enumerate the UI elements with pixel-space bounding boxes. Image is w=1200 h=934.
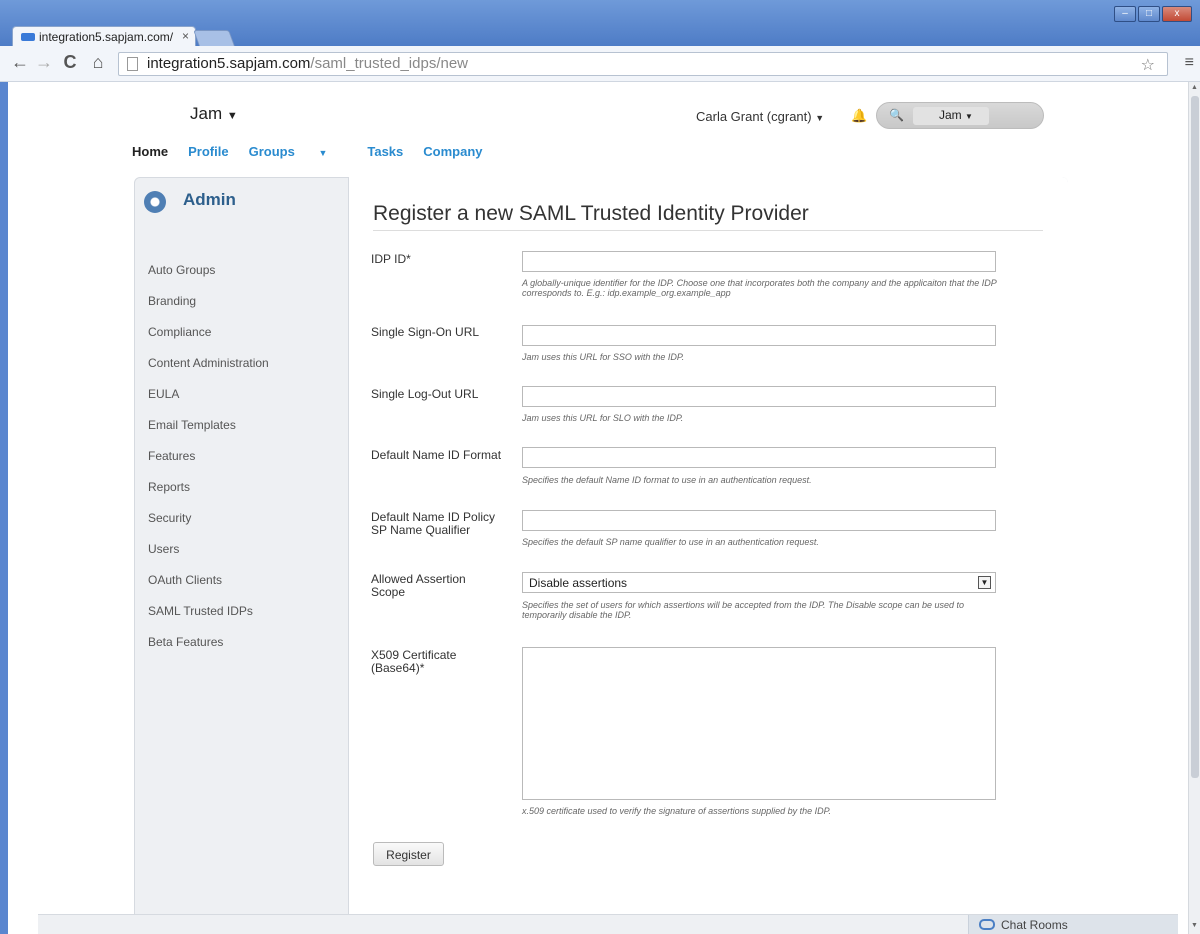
search-icon[interactable]: 🔍	[889, 108, 904, 122]
bookmark-star-icon[interactable]: ☆	[1141, 55, 1155, 75]
admin-sidebar: Auto Groups Branding Compliance Content …	[148, 263, 269, 666]
sidebar-item-auto-groups[interactable]: Auto Groups	[148, 263, 269, 294]
sp-name-qualifier-help: Specifies the default SP name qualifier …	[522, 537, 819, 547]
url-path: /saml_trusted_idps/new	[310, 55, 469, 72]
back-arrow-icon[interactable]: ←	[8, 52, 32, 73]
assertion-scope-select[interactable]: Disable assertions ▼	[522, 572, 996, 593]
nav-company[interactable]: Company	[423, 144, 482, 159]
sidebar-item-beta-features[interactable]: Beta Features	[148, 635, 269, 666]
sp-name-qualifier-label: Default Name ID Policy SP Name Qualifier	[371, 511, 495, 537]
nav-home[interactable]: Home	[132, 144, 168, 159]
new-tab-button[interactable]	[193, 30, 235, 46]
chat-rooms-button[interactable]: Chat Rooms	[968, 915, 1178, 934]
user-name: Carla Grant (cgrant)	[696, 109, 812, 124]
chat-bubble-icon	[979, 919, 995, 930]
chat-bar: Chat Rooms	[38, 914, 1178, 934]
x509-certificate-help: x.509 certificate used to verify the sig…	[522, 806, 832, 816]
url-host: integration5.sapjam.com	[147, 55, 311, 72]
slo-url-help: Jam uses this URL for SLO with the IDP.	[522, 413, 684, 423]
sidebar-item-saml-trusted-idps[interactable]: SAML Trusted IDPs	[148, 604, 269, 635]
main-content: Register a new SAML Trusted Identity Pro…	[348, 177, 1068, 934]
jam-logo-menu[interactable]: Jam ▼	[190, 104, 238, 124]
name-id-format-help: Specifies the default Name ID format to …	[522, 475, 812, 485]
nav-groups[interactable]: Groups ▼	[249, 144, 348, 159]
idp-id-input[interactable]	[522, 251, 996, 272]
page-scrollbar[interactable]: ▲ ▼	[1188, 82, 1200, 934]
sapjam-favicon-icon	[21, 33, 35, 41]
chevron-down-icon: ▼	[226, 110, 238, 122]
chevron-down-icon: ▼	[815, 113, 825, 123]
minimize-icon[interactable]: –	[1114, 6, 1136, 22]
sidebar-item-content-administration[interactable]: Content Administration	[148, 356, 269, 387]
search-scope-dropdown[interactable]: Jam ▼	[913, 107, 989, 125]
nav-profile[interactable]: Profile	[188, 144, 228, 159]
sso-url-input[interactable]	[522, 325, 996, 346]
main-navigation: Home Profile Groups ▼ Tasks Company	[132, 144, 503, 159]
chat-rooms-label: Chat Rooms	[1001, 918, 1068, 932]
assertion-scope-help: Specifies the set of users for which ass…	[522, 600, 965, 620]
idp-id-label: IDP ID*	[371, 252, 411, 266]
tab-title: integration5.sapjam.com/	[39, 30, 174, 44]
address-bar[interactable]: integration5.sapjam.com/saml_trusted_idp…	[118, 52, 1168, 76]
name-id-format-label: Default Name ID Format	[371, 448, 502, 462]
assertion-scope-label-line2: Scope	[371, 585, 406, 599]
sidebar-item-branding[interactable]: Branding	[148, 294, 269, 325]
sso-url-help: Jam uses this URL for SSO with the IDP.	[522, 352, 685, 362]
chevron-down-icon: ▼	[318, 148, 328, 158]
assertion-scope-label: Allowed Assertion Scope	[371, 573, 466, 599]
search-scope-label: Jam	[939, 108, 962, 122]
browser-tab[interactable]: integration5.sapjam.com/ ×	[12, 26, 196, 46]
sidebar-item-oauth-clients[interactable]: OAuth Clients	[148, 573, 269, 604]
admin-title: Admin	[183, 190, 236, 209]
name-id-format-input[interactable]	[522, 447, 996, 468]
dropdown-arrow-icon[interactable]: ▼	[978, 576, 991, 589]
sp-name-qualifier-input[interactable]	[522, 510, 996, 531]
page-title: Register a new SAML Trusted Identity Pro…	[373, 202, 809, 225]
assertion-scope-value: Disable assertions	[529, 576, 628, 590]
slo-url-input[interactable]	[522, 386, 996, 407]
x509-certificate-label: X509 Certificate (Base64)*	[371, 649, 456, 675]
notifications-bell-icon[interactable]: 🔔	[851, 108, 867, 124]
tab-close-icon[interactable]: ×	[182, 29, 189, 43]
window-controls: – □ x	[1114, 6, 1192, 22]
sso-url-label: Single Sign-On URL	[371, 325, 480, 339]
user-menu[interactable]: Carla Grant (cgrant) ▼	[696, 109, 824, 124]
scroll-up-arrow-icon[interactable]: ▲	[1191, 84, 1198, 91]
register-button[interactable]: Register	[373, 842, 444, 866]
chevron-down-icon: ▼	[965, 112, 973, 121]
reload-icon[interactable]: C	[58, 52, 82, 73]
sidebar-item-features[interactable]: Features	[148, 449, 269, 480]
jam-logo-text: Jam	[190, 104, 223, 123]
sp-name-qualifier-label-line2: SP Name Qualifier	[371, 523, 471, 537]
sidebar-item-users[interactable]: Users	[148, 542, 269, 573]
gear-icon	[144, 191, 166, 213]
home-icon[interactable]: ⌂	[86, 52, 110, 73]
maximize-icon[interactable]: □	[1138, 6, 1160, 22]
idp-id-help: A globally-unique identifier for the IDP…	[522, 278, 997, 298]
nav-tasks[interactable]: Tasks	[367, 144, 403, 159]
page-icon	[127, 57, 138, 71]
title-divider	[373, 230, 1043, 231]
scrollbar-thumb[interactable]	[1191, 96, 1199, 778]
sidebar-item-eula[interactable]: EULA	[148, 387, 269, 418]
browser-menu-icon[interactable]: ≡	[1185, 54, 1194, 72]
sidebar-item-reports[interactable]: Reports	[148, 480, 269, 511]
close-window-icon[interactable]: x	[1162, 6, 1192, 22]
browser-toolbar: ← → C ⌂ integration5.sapjam.com/saml_tru…	[0, 46, 1200, 82]
x509-certificate-label-line2: (Base64)*	[371, 661, 425, 675]
forward-arrow-icon[interactable]: →	[32, 52, 56, 73]
sidebar-item-security[interactable]: Security	[148, 511, 269, 542]
page-viewport: Jam ▼ Carla Grant (cgrant) ▼ 🔔 🔍 Jam ▼ H…	[8, 82, 1188, 934]
sidebar-item-email-templates[interactable]: Email Templates	[148, 418, 269, 449]
sidebar-item-compliance[interactable]: Compliance	[148, 325, 269, 356]
scroll-down-arrow-icon[interactable]: ▼	[1191, 922, 1198, 929]
window-titlebar: integration5.sapjam.com/ × – □ x	[0, 0, 1200, 46]
x509-certificate-textarea[interactable]	[522, 647, 996, 800]
search-box[interactable]: 🔍 Jam ▼	[876, 102, 1044, 129]
nav-groups-label: Groups	[248, 144, 295, 159]
slo-url-label: Single Log-Out URL	[371, 387, 479, 401]
